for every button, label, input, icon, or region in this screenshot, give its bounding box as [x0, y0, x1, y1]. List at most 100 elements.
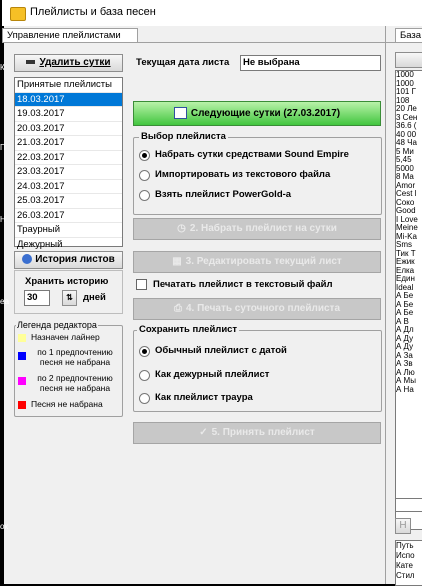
edge-text: еа — [0, 297, 9, 306]
accept-playlist-button[interactable]: ✓ 5. Принять плейлист — [133, 422, 381, 444]
keep-history-input[interactable]: 30 — [24, 290, 50, 306]
playlist-item[interactable]: Траурный — [15, 223, 122, 238]
song-list-item[interactable]: 8 Ма — [396, 173, 422, 182]
radio-label: Взять плейлист PowerGold-а — [155, 189, 292, 200]
radio-compose-day[interactable] — [139, 150, 150, 161]
song-list-item[interactable]: А Лю — [396, 369, 422, 378]
song-list-item[interactable]: Mi-Ka — [396, 233, 422, 242]
song-list[interactable]: 1000 1000 101 Г 108 20 Ле 3 Сен 36.6 (40 00 48 … — [395, 70, 422, 530]
song-list-item[interactable]: Соко — [396, 199, 422, 208]
tab-playlist-management[interactable]: Управление плейлистами — [2, 28, 138, 43]
checkmark-icon: ✓ — [199, 427, 208, 438]
song-list-item[interactable]: Тик Т — [396, 250, 422, 259]
radio-import-text[interactable] — [139, 170, 150, 181]
song-list-item[interactable]: А Бе — [396, 292, 422, 301]
left-edge — [0, 0, 4, 584]
song-list-item[interactable]: 5000 — [396, 165, 422, 174]
current-date-field: Не выбрана — [240, 55, 381, 71]
song-list-item[interactable]: А Ду — [396, 343, 422, 352]
song-list-item[interactable]: 48 Ча — [396, 139, 422, 148]
song-list-item[interactable]: Ежик — [396, 258, 422, 267]
song-list-item[interactable]: 5 Ми — [396, 148, 422, 157]
legend-label: Песня не набрана — [31, 399, 103, 409]
radio-regular-dated[interactable] — [139, 346, 150, 357]
delete-day-label: Удалить сутки — [39, 57, 111, 68]
playlist-item[interactable]: 23.03.2017 — [15, 165, 122, 180]
song-list-item[interactable]: Meine — [396, 224, 422, 233]
print-to-file-label: Печатать плейлист в текстовый файл — [153, 279, 333, 290]
legend-swatch-pref1 — [18, 352, 26, 360]
song-list-item[interactable]: А В — [396, 318, 422, 327]
select-playlist-title: Выбор плейлиста — [139, 131, 228, 142]
days-label: дней — [83, 292, 106, 303]
radio-duty-playlist[interactable] — [139, 370, 150, 381]
song-list-item[interactable]: 3 Сен — [396, 114, 422, 123]
song-list-item[interactable]: Cest l — [396, 190, 422, 199]
right-top-button[interactable] — [395, 52, 422, 68]
song-list-item[interactable]: Един — [396, 275, 422, 284]
edit-list-button[interactable]: ▦ 3. Редактировать текущий лист — [133, 251, 381, 273]
song-list-item[interactable]: 20 Ле — [396, 105, 422, 114]
info-label: Путь — [396, 541, 414, 550]
legend-swatch-liner — [18, 334, 26, 342]
legend-swatch-pref2 — [18, 377, 26, 385]
radio-label: Как дежурный плейлист — [155, 369, 270, 380]
right-small-button[interactable]: Н — [395, 518, 411, 534]
history-button[interactable]: История листов — [14, 251, 123, 269]
song-list-item[interactable]: Ideal — [396, 284, 422, 293]
song-list-item[interactable]: 36.6 ( — [396, 122, 422, 131]
playlist-item[interactable]: 18.03.2017 — [15, 92, 122, 107]
radio-powergold[interactable] — [139, 190, 150, 201]
print-to-file-checkbox[interactable] — [136, 279, 147, 290]
playlist-item[interactable]: 26.03.2017 — [15, 209, 122, 223]
song-list-item[interactable]: А Дл — [396, 326, 422, 335]
next-day-label: Следующие сутки (27.03.2017) — [190, 108, 341, 119]
song-list-item[interactable]: А Ду — [396, 335, 422, 344]
song-list-item[interactable]: Amor — [396, 182, 422, 191]
song-list-item[interactable]: 40 00 — [396, 131, 422, 140]
song-list-item[interactable]: А Зв — [396, 360, 422, 369]
spin-up-down-icon[interactable]: ⇅ — [62, 290, 77, 306]
legend-label: по 1 предпочтению песня не набрана — [37, 347, 113, 367]
edge-text: ок — [0, 522, 8, 531]
print-playlist-button[interactable]: ⎙ 4. Печать суточного плейлиста — [133, 298, 381, 320]
song-list-item[interactable]: 108 — [396, 97, 422, 106]
info-label: Стил — [396, 571, 415, 580]
playlist-item[interactable]: 22.03.2017 — [15, 151, 122, 165]
playlist-item[interactable]: Дежурный — [15, 238, 122, 252]
printer-icon: ⎙ — [173, 303, 182, 314]
song-search-input[interactable] — [395, 498, 422, 512]
playlist-item[interactable]: 19.03.2017 — [15, 107, 122, 122]
history-label: История листов — [35, 254, 115, 265]
next-day-button[interactable]: Следующие сутки (27.03.2017) — [133, 101, 381, 126]
song-list-item[interactable]: Ёлка — [396, 267, 422, 276]
song-list-item[interactable]: 101 Г — [396, 88, 422, 97]
legend-label: по 2 предпочтению песня не набрана — [37, 373, 113, 393]
song-list-item[interactable]: А Бе — [396, 309, 422, 318]
song-list-item[interactable]: 1000 — [396, 80, 422, 89]
playlist-item[interactable]: 24.03.2017 — [15, 180, 122, 194]
accepted-playlists-list[interactable]: Принятые плейлисты 18.03.2017 19.03.2017… — [14, 77, 123, 252]
song-list-item[interactable]: А Мы — [396, 377, 422, 386]
minus-icon — [26, 60, 36, 65]
delete-day-button[interactable]: Удалить сутки — [14, 54, 123, 72]
radio-label: Набрать сутки средствами Sound Empire — [155, 149, 349, 160]
playlist-item[interactable]: 25.03.2017 — [15, 194, 122, 209]
playlist-item[interactable]: 20.03.2017 — [15, 122, 122, 136]
song-list-item[interactable]: А На — [396, 386, 422, 395]
song-list-item[interactable]: А Бе — [396, 301, 422, 310]
song-list-item[interactable]: I Love — [396, 216, 422, 225]
compose-day-button[interactable]: ◷ 2. Набрать плейлист на сутки — [133, 218, 381, 240]
window-title: Плейлисты и база песен — [30, 6, 156, 18]
song-list-item[interactable]: А За — [396, 352, 422, 361]
song-list-item[interactable]: 1000 — [396, 71, 422, 80]
radio-label: Обычный плейлист с датой — [155, 345, 287, 356]
radio-mourning-playlist[interactable] — [139, 393, 150, 404]
song-list-item[interactable]: 5,45 — [396, 156, 422, 165]
playlist-item[interactable]: 21.03.2017 — [15, 136, 122, 151]
song-list-item[interactable]: Good — [396, 207, 422, 216]
legend-title: Легенда редактора — [16, 320, 98, 330]
song-info-panel: Путь Испо Кате Стил — [395, 540, 422, 586]
tab-song-database[interactable]: База — [395, 28, 422, 43]
song-list-item[interactable]: Sms — [396, 241, 422, 250]
